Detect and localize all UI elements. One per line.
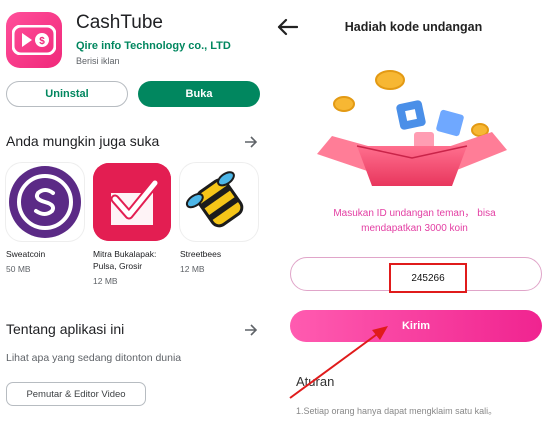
arrow-right-icon[interactable] <box>244 323 258 337</box>
invite-code-value[interactable]: 245266 <box>389 263 467 293</box>
invite-instruction: Masukan ID undangan teman， bisa mendapat… <box>292 206 537 236</box>
ads-label: Berisi iklan <box>76 56 120 66</box>
play-store-panel: $ CashTube Qire info Technology co., LTD… <box>0 0 272 424</box>
rec-app-name: Sweatcoin <box>6 249 46 259</box>
about-section-title[interactable]: Tentang aplikasi ini <box>6 321 124 337</box>
open-button[interactable]: Buka <box>138 81 260 107</box>
submit-button[interactable]: Kirim <box>290 310 542 342</box>
recommend-section-title[interactable]: Anda mungkin juga suka <box>6 133 159 149</box>
category-chip[interactable]: Pemutar & Editor Video <box>6 382 146 406</box>
streetbees-icon[interactable] <box>180 163 258 241</box>
svg-text:$: $ <box>39 36 45 47</box>
mitra-bukalapak-icon[interactable] <box>93 163 171 241</box>
rec-app-size: 50 MB <box>6 264 31 274</box>
rec-app-size: 12 MB <box>180 264 205 274</box>
app-title: CashTube <box>76 12 163 33</box>
arrow-right-icon[interactable] <box>244 135 258 149</box>
instruction-line: mendapatkan 3000 koin <box>361 223 468 234</box>
rec-app-name: Mitra Bukalapak: Pulsa, Grosir <box>93 249 157 271</box>
developer-link[interactable]: Qire info Technology co., LTD <box>76 40 231 52</box>
rec-app-size: 12 MB <box>93 276 118 286</box>
page-title: Hadiah kode undangan <box>344 20 483 34</box>
rules-title: Aturan <box>296 374 335 389</box>
rec-app-name: Streetbees <box>180 249 222 259</box>
uninstall-button[interactable]: Uninstal <box>6 81 128 107</box>
invite-code-panel: Hadiah kode undangan Masukan ID undangan… <box>272 0 545 424</box>
rules-line: 1.Setiap orang hanya dapat mengklaim sat… <box>296 406 498 416</box>
instruction-line: Masukan ID undangan teman， bisa <box>333 208 496 219</box>
invite-code-input[interactable]: 245266 <box>290 257 542 293</box>
cashtube-logo-icon: $ <box>6 12 62 68</box>
sweatcoin-icon[interactable] <box>6 163 84 241</box>
about-description: Lihat apa yang sedang ditonton dunia <box>6 352 182 364</box>
gift-box-illustration <box>317 70 507 186</box>
